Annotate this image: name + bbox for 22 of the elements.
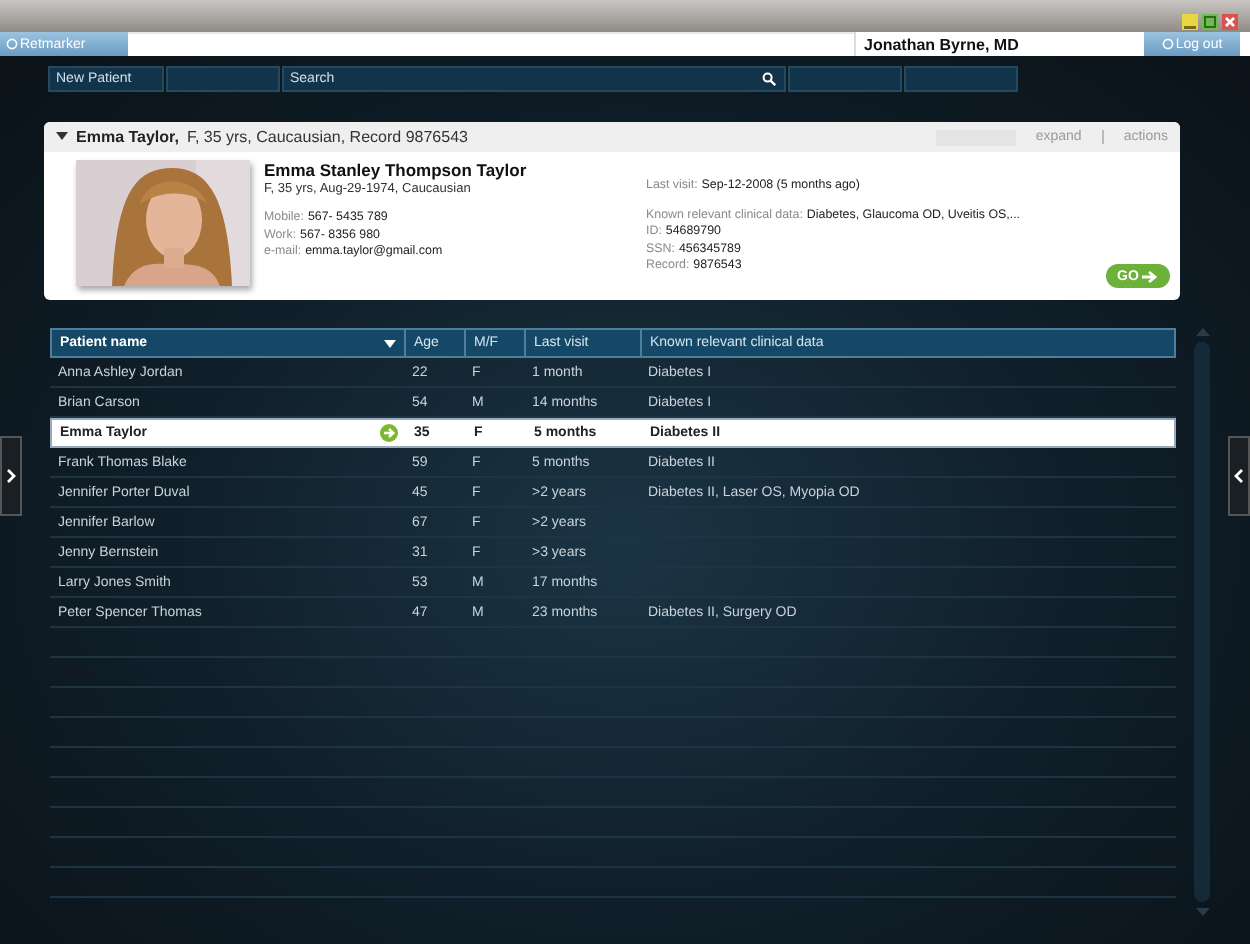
side-panel-toggle[interactable] <box>1228 436 1250 516</box>
power-icon <box>1161 38 1174 50</box>
arrow-right-icon <box>1142 269 1159 283</box>
patient-summary: F, 35 yrs, Caucausian, Record 9876543 <box>186 128 470 146</box>
side-panel-toggle[interactable] <box>0 436 22 516</box>
search-icon <box>762 72 776 86</box>
toolbar-field <box>166 66 280 92</box>
minimize-icon[interactable] <box>1182 14 1198 30</box>
power-icon <box>6 38 18 50</box>
collapse-icon[interactable] <box>56 132 68 142</box>
chevron-left-icon <box>1234 468 1244 484</box>
arrow-right-icon <box>380 424 398 442</box>
scroll-down-icon <box>1195 908 1209 916</box>
patient-name: Emma Taylor, <box>76 128 179 146</box>
close-icon[interactable] <box>1222 14 1238 30</box>
scroll-up-icon <box>1195 328 1209 336</box>
patient-full-name: Emma Stanley Thompson Taylor <box>264 160 529 180</box>
scrollbar[interactable] <box>1194 342 1210 902</box>
maximize-icon[interactable] <box>1202 14 1218 30</box>
toolbar-field <box>904 66 1018 92</box>
chevron-right-icon <box>6 468 16 484</box>
toolbar-field <box>788 66 902 92</box>
